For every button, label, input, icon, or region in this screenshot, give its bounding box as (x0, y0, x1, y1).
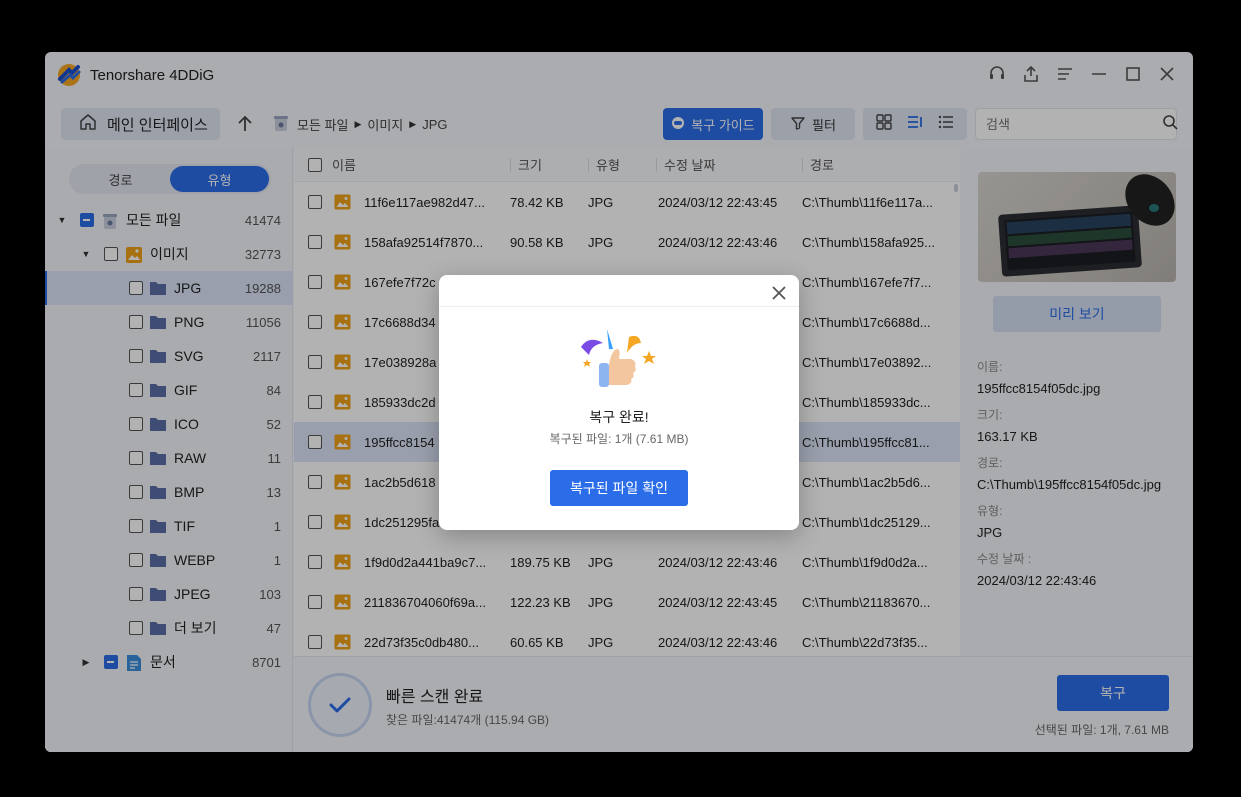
recovery-complete-dialog: 복구 완료! 복구된 파일: 1개 (7.61 MB) 복구된 파일 확인 (439, 275, 799, 530)
thumbs-up-celebration-icon (577, 325, 659, 395)
view-recovered-files-button[interactable]: 복구된 파일 확인 (550, 470, 688, 506)
dialog-subtitle: 복구된 파일: 1개 (7.61 MB) (549, 432, 689, 446)
dialog-title: 복구 완료! (589, 409, 649, 425)
dialog-divider (439, 306, 799, 307)
dialog-close-icon[interactable] (769, 283, 789, 303)
